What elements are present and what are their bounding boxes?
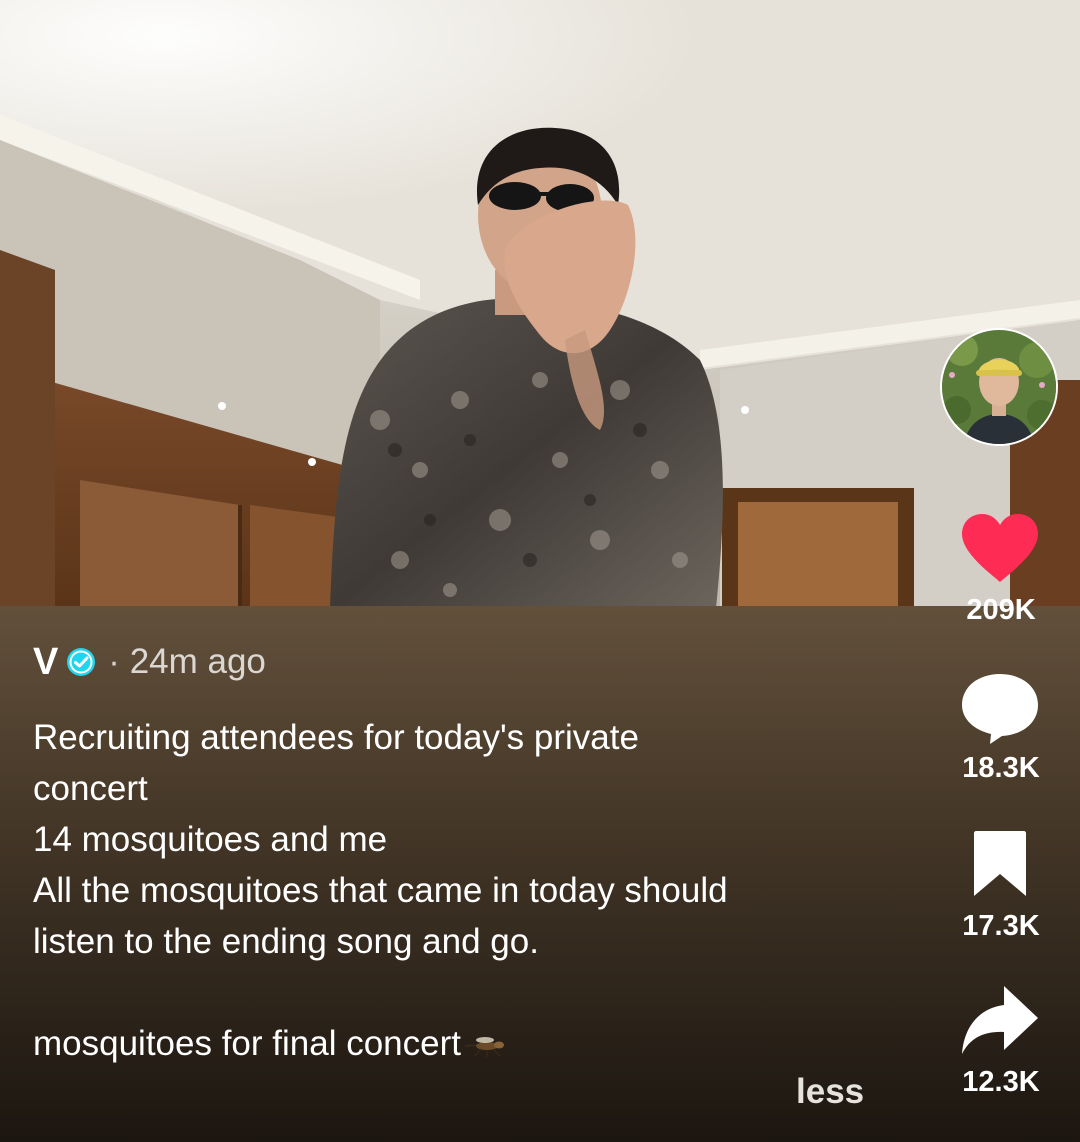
author-name[interactable]: V xyxy=(33,641,58,684)
video-frame-illustration xyxy=(0,0,1080,608)
post-caption[interactable]: Recruiting attendees for today's private… xyxy=(33,712,893,1069)
avatar-image xyxy=(942,330,1056,444)
comment-bubble-icon[interactable] xyxy=(960,672,1040,746)
share-arrow-icon[interactable] xyxy=(960,984,1040,1056)
share-count: 12.3K xyxy=(962,1066,1040,1098)
caption-line: All the mosquitoes that came in today sh… xyxy=(33,871,728,910)
caption-line: concert xyxy=(33,769,148,808)
mosquito-emoji xyxy=(464,1036,504,1057)
video-post-screen: V · 24m ago Recruiting attendees for tod… xyxy=(0,0,1080,1142)
bookmark-icon[interactable] xyxy=(970,830,1030,898)
comment-count: 18.3K xyxy=(962,752,1040,784)
post-time: 24m ago xyxy=(129,642,266,681)
creator-avatar[interactable] xyxy=(940,328,1058,446)
separator-dot: · xyxy=(108,642,120,681)
author-row: V · 24m ago xyxy=(33,640,266,684)
caption-line: mosquitoes for final concert xyxy=(33,1024,461,1063)
caption-line: 14 mosquitoes and me xyxy=(33,820,388,859)
video-player[interactable] xyxy=(0,0,1080,608)
save-count: 17.3K xyxy=(962,910,1040,942)
less-button[interactable]: less xyxy=(796,1072,864,1112)
like-count: 209K xyxy=(966,594,1036,626)
caption-line-last: mosquitoes for final concert xyxy=(33,1018,893,1069)
verified-badge-icon xyxy=(67,648,96,676)
caption-line: listen to the ending song and go. xyxy=(33,922,539,961)
caption-line: Recruiting attendees for today's private xyxy=(33,718,639,757)
heart-icon[interactable] xyxy=(960,512,1040,584)
